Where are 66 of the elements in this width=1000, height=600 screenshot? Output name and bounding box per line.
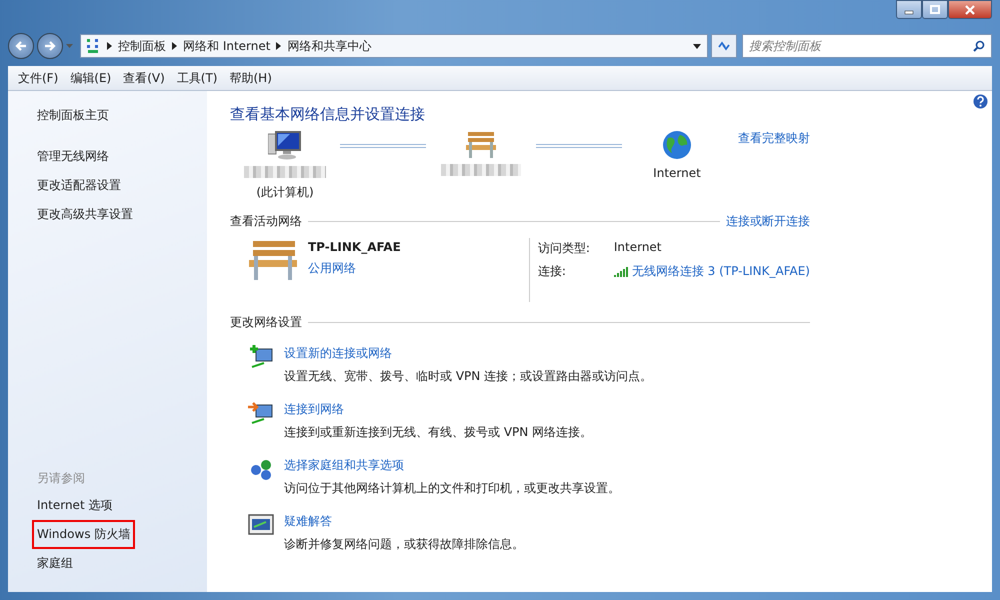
connection-label: 连接: <box>538 263 567 280</box>
section-heading: 另请参阅 <box>37 470 85 487</box>
maximize-icon <box>930 4 940 14</box>
chevron-icon <box>276 42 282 50</box>
add-network-icon <box>248 345 274 369</box>
computer-icon <box>268 130 302 160</box>
forward-button[interactable] <box>37 33 63 59</box>
menu-item[interactable]: 文件(F) <box>12 68 64 88</box>
menu-item[interactable]: 帮助(H) <box>224 68 278 88</box>
bench-icon <box>248 238 298 280</box>
signal-icon <box>614 266 628 276</box>
caret-icon <box>66 44 73 48</box>
search-icon <box>973 40 985 52</box>
refresh-button[interactable] <box>711 34 737 58</box>
sidebar-link[interactable]: 管理无线网络 <box>32 142 114 171</box>
section-heading: 查看活动网络 <box>230 213 302 230</box>
menu-item[interactable]: 查看(V) <box>117 68 171 88</box>
chevron-icon <box>107 42 112 50</box>
menu-item[interactable]: 编辑(E) <box>64 68 118 88</box>
access-type-label: 访问类型: <box>538 240 591 257</box>
forward-arrow-icon <box>43 40 57 52</box>
task-description: 诊断并修复网络问题，或获得故障排除信息。 <box>284 536 524 553</box>
sidebar-link[interactable]: Internet 选项 <box>32 491 118 520</box>
breadcrumb[interactable]: 网络和共享中心 <box>287 38 372 54</box>
address-field[interactable]: 控制面板 网络和 Internet 网络和共享中心 <box>80 34 708 58</box>
task-link[interactable]: 连接到网络 <box>284 401 592 418</box>
bench-icon <box>465 130 497 158</box>
page-title: 查看基本网络信息并设置连接 <box>230 105 426 124</box>
back-button[interactable] <box>8 33 34 59</box>
task-link[interactable]: 设置新的连接或网络 <box>284 345 652 362</box>
chevron-icon <box>172 42 177 50</box>
globe-icon <box>662 130 692 160</box>
minimize-button[interactable] <box>896 0 922 19</box>
back-arrow-icon <box>14 40 28 52</box>
sidebar-link[interactable]: 控制面板主页 <box>32 101 114 130</box>
task-link[interactable]: 疑难解答 <box>284 513 524 530</box>
menu-item[interactable]: 工具(T) <box>170 68 224 88</box>
view-full-map-link[interactable]: 查看完整映射 <box>738 130 810 147</box>
breadcrumb[interactable]: 网络和 Internet <box>183 38 270 54</box>
homegroup-icon <box>248 457 274 481</box>
network-icon <box>85 38 101 54</box>
access-type-value: Internet <box>614 240 663 256</box>
task-link[interactable]: 选择家庭组和共享选项 <box>284 457 620 474</box>
close-button[interactable] <box>948 0 992 19</box>
maximize-button[interactable] <box>922 0 948 19</box>
connect-network-icon <box>248 401 274 425</box>
task-description: 设置无线、宽带、拨号、临时或 VPN 连接；或设置路由器或访问点。 <box>284 368 652 385</box>
sidebar-link[interactable]: Windows 防火墙 <box>32 520 136 549</box>
network-type-link[interactable]: 公用网络 <box>308 260 401 277</box>
help-icon[interactable] <box>973 94 988 109</box>
troubleshoot-icon <box>248 513 274 537</box>
task-description: 连接到或重新连接到无线、有线、拨号或 VPN 网络连接。 <box>284 424 592 441</box>
section-heading: 更改网络设置 <box>230 314 302 331</box>
node-label: (此计算机) <box>256 184 314 201</box>
network-name: TP-LINK_AFAE <box>308 240 401 254</box>
sidebar-link[interactable]: 家庭组 <box>32 549 78 578</box>
node-label: Internet <box>653 166 701 180</box>
breadcrumb[interactable]: 控制面板 <box>118 38 166 54</box>
connection-link[interactable]: 无线网络连接 3 (TP-LINK_AFAE) <box>632 263 810 280</box>
close-icon <box>964 4 976 14</box>
sidebar-link[interactable]: 更改适配器设置 <box>32 171 126 200</box>
sidebar-link[interactable]: 更改高级共享设置 <box>32 200 138 229</box>
task-description: 访问位于其他网络计算机上的文件和打印机，或更改共享设置。 <box>284 480 620 497</box>
connect-disconnect-link[interactable]: 连接或断开连接 <box>726 213 810 230</box>
search-field[interactable]: 搜索控制面板 <box>742 34 992 58</box>
dropdown-icon[interactable] <box>693 44 701 48</box>
